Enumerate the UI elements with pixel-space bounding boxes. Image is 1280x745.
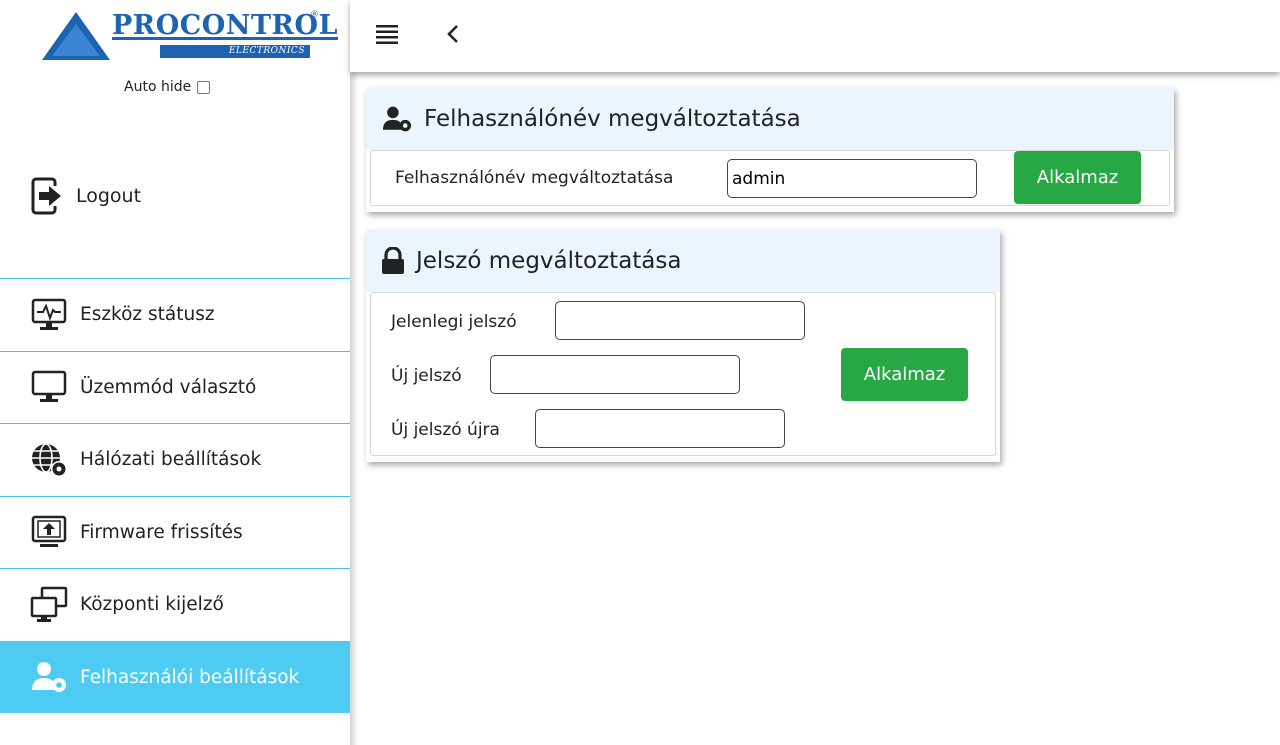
hamburger-icon bbox=[376, 25, 398, 44]
sidebar-nav: Eszköz státusz Üzemmód választó Hálózati… bbox=[0, 278, 350, 713]
autohide-checkbox[interactable] bbox=[197, 80, 211, 94]
sidebar-item-central-display[interactable]: Központi kijelző bbox=[0, 568, 350, 641]
repeat-password-input[interactable] bbox=[535, 409, 785, 448]
logo-subtitle: ELECTRONICS bbox=[160, 45, 310, 58]
sidebar-item-label: Firmware frissítés bbox=[80, 521, 243, 543]
current-password-input[interactable] bbox=[555, 301, 805, 340]
repeat-password-label: Új jelszó újra bbox=[391, 420, 500, 440]
username-card: Felhasználónév megváltoztatása Felhaszná… bbox=[366, 88, 1174, 212]
logout-button[interactable]: Logout bbox=[30, 172, 141, 220]
autohide-toggle[interactable]: Auto hide bbox=[124, 79, 211, 95]
username-field-label: Felhasználónév megváltoztatása bbox=[395, 168, 674, 188]
apply-username-button[interactable]: Alkalmaz bbox=[1014, 151, 1141, 204]
password-card-body: Jelenlegi jelszó Új jelszó Új jelszó újr… bbox=[370, 292, 996, 456]
new-password-label: Új jelszó bbox=[391, 366, 462, 386]
lock-icon bbox=[382, 247, 404, 274]
sidebar-item-user-settings[interactable]: Felhasználói beállítások bbox=[0, 640, 350, 713]
apply-password-button[interactable]: Alkalmaz bbox=[841, 348, 968, 401]
username-card-title: Felhasználónév megváltoztatása bbox=[424, 106, 801, 132]
chevron-left-icon bbox=[447, 25, 458, 43]
top-bar bbox=[350, 0, 1280, 72]
user-gear-icon bbox=[383, 106, 411, 132]
username-card-header: Felhasználónév megváltoztatása bbox=[366, 88, 1174, 150]
sidebar: PROCONTROL ® ELECTRONICS Auto hide Logou… bbox=[0, 0, 350, 745]
monitor-icon bbox=[30, 368, 68, 406]
sidebar-item-label: Központi kijelző bbox=[80, 594, 224, 616]
password-card-title: Jelszó megváltoztatása bbox=[416, 248, 682, 274]
sidebar-item-label: Hálózati beállítások bbox=[80, 449, 262, 471]
autohide-label: Auto hide bbox=[124, 79, 192, 95]
current-password-label: Jelenlegi jelszó bbox=[391, 312, 517, 332]
monitor-pulse-icon bbox=[30, 296, 68, 334]
logo-brand: PROCONTROL bbox=[112, 10, 338, 41]
user-gear-icon bbox=[30, 658, 68, 696]
back-button[interactable] bbox=[446, 22, 460, 50]
password-card-header: Jelszó megváltoztatása bbox=[366, 230, 1000, 292]
sidebar-item-label: Felhasználói beállítások bbox=[80, 666, 300, 688]
hamburger-menu-button[interactable] bbox=[376, 24, 398, 48]
logout-label: Logout bbox=[76, 185, 142, 207]
dual-monitor-icon bbox=[30, 586, 68, 624]
logo-registered: ® bbox=[310, 10, 319, 20]
globe-gear-icon bbox=[30, 441, 68, 479]
app: PROCONTROL ® ELECTRONICS Auto hide Logou… bbox=[0, 0, 1280, 745]
sidebar-item-network-settings[interactable]: Hálózati beállítások bbox=[0, 423, 350, 496]
monitor-upload-icon bbox=[30, 513, 68, 551]
sidebar-item-device-status[interactable]: Eszköz státusz bbox=[0, 278, 350, 351]
sidebar-item-label: Üzemmód választó bbox=[80, 376, 257, 398]
username-input[interactable] bbox=[727, 159, 977, 198]
sidebar-item-firmware-update[interactable]: Firmware frissítés bbox=[0, 495, 350, 569]
new-password-input[interactable] bbox=[490, 355, 740, 394]
logout-icon bbox=[31, 177, 64, 215]
sidebar-item-mode-selector[interactable]: Üzemmód választó bbox=[0, 350, 350, 424]
logo-triangle-icon bbox=[42, 12, 110, 60]
password-card: Jelszó megváltoztatása Jelenlegi jelszó … bbox=[366, 230, 1000, 462]
sidebar-shadow bbox=[350, 0, 358, 745]
sidebar-item-label: Eszköz státusz bbox=[80, 304, 215, 326]
procontrol-logo: PROCONTROL ® ELECTRONICS bbox=[42, 10, 337, 66]
username-card-body: Felhasználónév megváltoztatása Alkalmaz bbox=[370, 150, 1170, 206]
